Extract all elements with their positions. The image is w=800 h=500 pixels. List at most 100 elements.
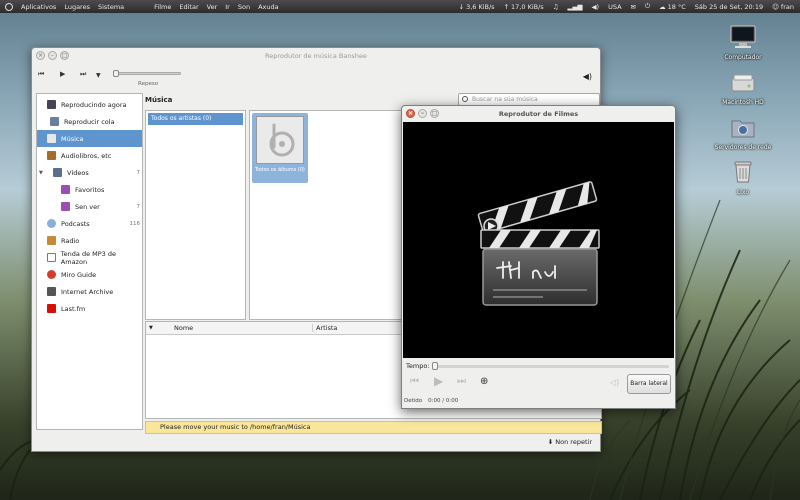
sidebar-button[interactable]: Barra lateral: [627, 374, 671, 394]
minimize-button[interactable]: –: [48, 51, 57, 60]
network-folder-icon: [731, 120, 755, 138]
seek-handle[interactable]: [113, 70, 119, 77]
expander-icon[interactable]: ▼: [39, 170, 43, 176]
close-button[interactable]: ×: [406, 109, 415, 118]
repeat-label: Non repetir: [555, 438, 592, 446]
seek-handle[interactable]: [432, 362, 438, 370]
desktop-icon-label: Macintosh HD: [722, 99, 764, 106]
sidebar-item-now-playing[interactable]: Reproducindo agora: [37, 96, 142, 113]
menu-ir[interactable]: Ir: [225, 3, 230, 11]
radio-icon: [47, 236, 56, 245]
sidebar-item-videos[interactable]: ▼ Vídeos 7: [37, 164, 142, 181]
sidebar-item-label: Reproducindo agora: [61, 100, 127, 109]
volume-icon[interactable]: ◀): [592, 3, 600, 11]
sidebar-item-label: Tenda de MP3 de Amazon: [60, 249, 117, 266]
signal-icon[interactable]: ▂▄▆: [568, 3, 583, 11]
play-icon[interactable]: ▶: [60, 70, 65, 78]
sidebar-item-favorites[interactable]: Favoritos: [37, 181, 142, 198]
menu-ver[interactable]: Ver: [207, 3, 218, 11]
lastfm-icon: [47, 304, 56, 313]
harddisk-icon: [731, 74, 755, 92]
seek-slider[interactable]: [432, 362, 669, 370]
close-button[interactable]: ×: [36, 51, 45, 60]
sidebar-item-label: Favoritos: [75, 185, 105, 194]
sidebar-item-miro-guide[interactable]: Miro Guide: [37, 266, 142, 283]
window-title: Reprodutor de Filmes: [498, 110, 579, 118]
desktop-icon-computer[interactable]: Computador: [713, 25, 773, 61]
album-item-all[interactable]: Todos os álbums (0): [252, 113, 308, 183]
volume-icon[interactable]: ◀): [583, 72, 592, 81]
top-panel: Aplicativos Lugares Sistema Filme Editar…: [0, 0, 800, 13]
menu-filme[interactable]: Filme: [154, 3, 171, 11]
sidebar-item-internet-archive[interactable]: Internet Archive: [37, 283, 142, 300]
playback-time: 0:00 / 0:00: [428, 398, 459, 404]
totem-window: × – □ Reprodutor de Filmes Tempo: ⏮ ▶ ⏭ …: [401, 105, 676, 409]
user-name[interactable]: fran: [781, 3, 794, 11]
previous-icon[interactable]: ⏮: [410, 376, 419, 387]
clapperboard-icon: [477, 181, 600, 306]
album-cover: [256, 116, 304, 164]
sidebar-item-audiobooks[interactable]: Audiolibros, etc: [37, 147, 142, 164]
maximize-button[interactable]: □: [430, 109, 439, 118]
menu-sistema[interactable]: Sistema: [98, 3, 124, 11]
banshee-titlebar[interactable]: × – □ Reprodutor de música Banshee: [32, 48, 600, 64]
amazon-store-icon: [47, 253, 56, 262]
player-toolbar: ⏮ ▶ ⏭ ▼ Repeso ◀): [32, 64, 600, 92]
music-icon: [47, 134, 56, 143]
artist-item-all[interactable]: Todos os artistas (0): [148, 113, 243, 125]
banshee-logo-icon: [269, 123, 295, 157]
menu-aplicativos[interactable]: Aplicativos: [21, 3, 56, 11]
column-header-name[interactable]: Nome: [174, 324, 193, 332]
desktop-icon-trash[interactable]: Lixo: [713, 158, 773, 196]
sidebar-item-count: 7: [136, 203, 141, 210]
content-title: Música: [145, 96, 173, 104]
audiobook-icon: [47, 151, 56, 160]
sidebar-item-unwatched[interactable]: Sen ver 7: [37, 198, 142, 215]
sidebar-item-music[interactable]: Música: [37, 130, 142, 147]
volume-icon[interactable]: ⊕: [480, 376, 488, 387]
next-icon[interactable]: ⏭: [80, 70, 86, 79]
volume-level-icon[interactable]: ◁): [610, 378, 619, 387]
search-icon: [462, 96, 468, 102]
menu-son[interactable]: Son: [238, 3, 250, 11]
desktop-icon-label: Servidores de rede: [714, 144, 772, 151]
repeat-toggle[interactable]: ⬇ Non repetir: [548, 438, 592, 446]
minimize-button[interactable]: –: [418, 109, 427, 118]
play-icon[interactable]: ▶: [434, 374, 443, 388]
chevron-down-icon[interactable]: ▼: [96, 72, 101, 79]
sidebar-item-podcasts[interactable]: Podcasts 116: [37, 215, 142, 232]
totem-titlebar[interactable]: × – □ Reprodutor de Filmes: [402, 106, 675, 122]
desktop-icon-network[interactable]: Servidores de rede: [713, 117, 773, 151]
mail-icon[interactable]: ✉: [631, 3, 636, 11]
clock[interactable]: Sáb 25 de Set, 20:19: [695, 3, 763, 11]
smart-playlist-icon: [61, 185, 70, 194]
sidebar-item-play-queue[interactable]: Reproducir cola: [37, 113, 142, 130]
weather-temp[interactable]: 18 °C: [668, 3, 686, 11]
maximize-button[interactable]: □: [60, 51, 69, 60]
power-icon[interactable]: ⏻: [645, 2, 650, 11]
menu-editar[interactable]: Editar: [179, 3, 198, 11]
sidebar-item-amazon-mp3[interactable]: Tenda de MP3 de Amazon: [37, 249, 142, 266]
net-down-rate: 3,6 KiB/s: [466, 2, 495, 11]
sidebar-item-label: Radio: [61, 236, 80, 245]
previous-icon[interactable]: ⏮: [38, 70, 44, 79]
sidebar-item-label: Reproducir cola: [64, 117, 115, 126]
menu-lugares[interactable]: Lugares: [64, 3, 90, 11]
menu-axuda[interactable]: Axuda: [258, 3, 279, 11]
banshee-tray-icon[interactable]: ♫: [553, 3, 559, 11]
desktop-icon-macintosh-hd[interactable]: Macintosh HD: [713, 72, 773, 106]
system-logo-icon[interactable]: [5, 2, 13, 11]
video-area[interactable]: [403, 122, 674, 358]
column-header-artist[interactable]: Artista: [312, 324, 337, 332]
sidebar-item-label: Miro Guide: [61, 270, 97, 279]
weather-icon[interactable]: ☁: [659, 3, 666, 11]
sidebar-item-lastfm[interactable]: Last.fm: [37, 300, 142, 317]
next-icon[interactable]: ⏭: [457, 376, 466, 387]
seek-slider[interactable]: [113, 70, 181, 77]
user-icon[interactable]: ☺: [772, 3, 779, 11]
sidebar-item-label: Vídeos: [67, 168, 89, 177]
sort-icon[interactable]: ▼: [149, 325, 153, 331]
sidebar-item-radio[interactable]: Radio: [37, 232, 142, 249]
trash-icon: [734, 161, 752, 183]
keyboard-layout[interactable]: USA: [608, 3, 621, 11]
